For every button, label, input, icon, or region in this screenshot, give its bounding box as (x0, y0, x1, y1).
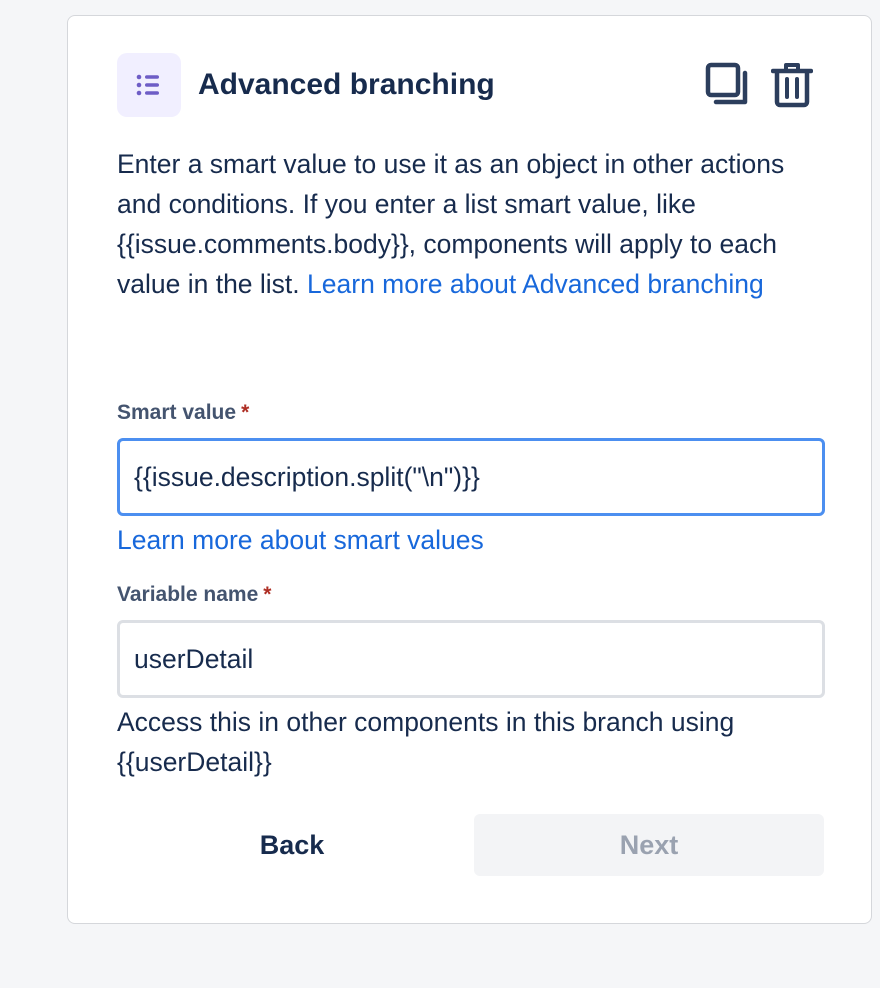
required-indicator: * (263, 583, 272, 606)
delete-button[interactable] (769, 62, 815, 108)
learn-more-advanced-branching-link[interactable]: Learn more about Advanced branching (307, 269, 764, 299)
variable-name-helper-text: Access this in other components in this … (117, 707, 735, 777)
required-indicator: * (241, 401, 250, 424)
learn-more-smart-values-link[interactable]: Learn more about smart values (117, 522, 484, 558)
duplicate-icon (705, 62, 748, 105)
header-actions (705, 62, 815, 108)
smart-value-label: Smart value * (117, 398, 249, 428)
description-text: Enter a smart value to use it as an obje… (117, 144, 825, 304)
duplicate-button[interactable] (705, 62, 751, 108)
trash-icon (771, 63, 813, 108)
next-button[interactable]: Next (474, 814, 824, 876)
panel-title: Advanced branching (198, 68, 495, 101)
list-icon (117, 53, 181, 117)
variable-name-input[interactable] (117, 620, 825, 698)
variable-name-label: Variable name * (117, 580, 271, 610)
back-button[interactable]: Back (117, 814, 467, 876)
variable-name-label-text: Variable name (117, 583, 259, 606)
panel-header: Advanced branching (117, 53, 815, 117)
smart-value-input[interactable] (117, 438, 825, 516)
panel-content: Enter a smart value to use it as an obje… (117, 144, 825, 876)
advanced-branching-panel: Advanced branching Enter a smart value t… (67, 15, 872, 924)
smart-value-label-text: Smart value (117, 401, 237, 424)
